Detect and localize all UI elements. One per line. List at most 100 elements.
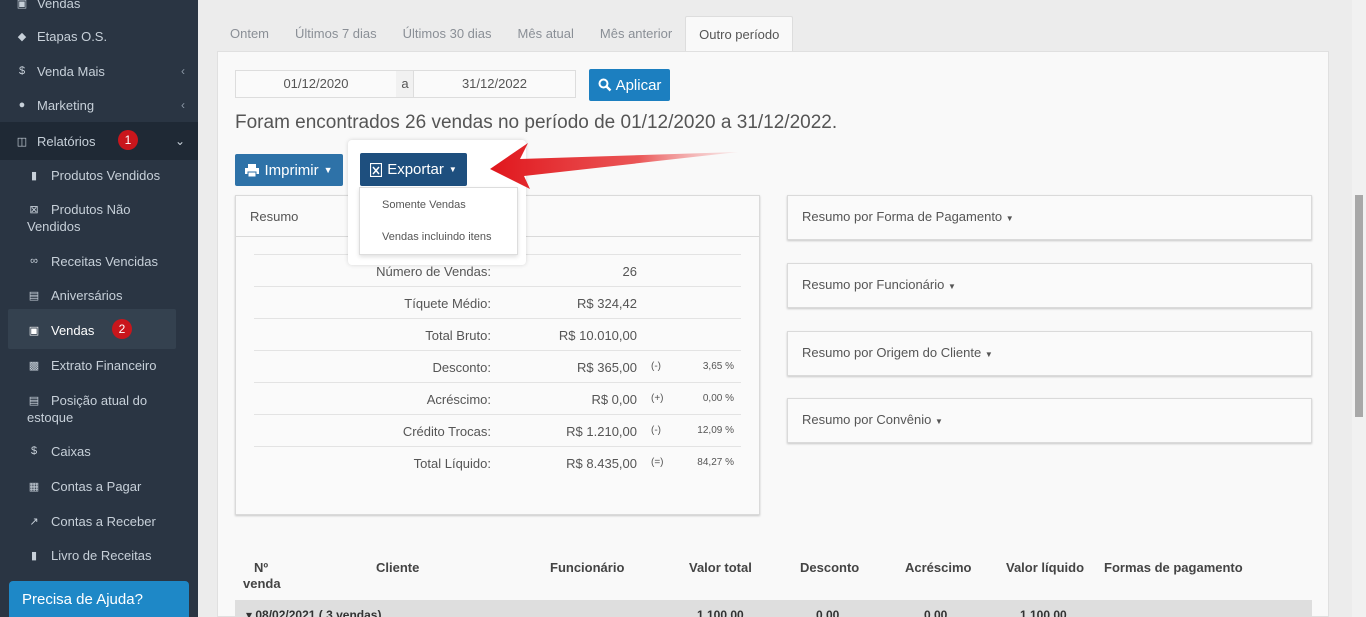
sidebar-subitem-contas-receber[interactable]: ↗ Contas a Receber <box>0 513 198 533</box>
sidebar-subitem-produtos-vendidos[interactable]: ▮ Produtos Vendidos <box>0 167 198 187</box>
box-title-text: Resumo por Convênio <box>802 412 932 427</box>
col-header-cliente: Cliente <box>376 560 420 575</box>
tab-ontem[interactable]: Ontem <box>217 16 282 52</box>
apply-button-label: Aplicar <box>615 76 662 94</box>
table-group-row[interactable] <box>235 600 1312 617</box>
summary-row-sign: (-) <box>651 361 661 372</box>
export-dropdown-menu: Somente Vendas Vendas incluindo itens <box>359 187 518 255</box>
date-from-input[interactable]: 01/12/2020 <box>235 70 397 98</box>
summary-employee-box[interactable]: Resumo por Funcionário ▼ <box>787 263 1312 308</box>
date-to-input[interactable]: 31/12/2022 <box>413 70 576 98</box>
help-button[interactable]: Precisa de Ajuda? <box>9 581 189 617</box>
tab-mes-anterior[interactable]: Mês anterior <box>587 16 685 52</box>
sidebar-subitem-label: Vendas <box>51 323 95 338</box>
sidebar-subitem-aniversarios[interactable]: ▤ Aniversários <box>0 287 198 307</box>
scrollbar-thumb[interactable] <box>1355 195 1363 417</box>
tab-ultimos-7-dias[interactable]: Últimos 7 dias <box>282 16 390 52</box>
menu-item-vendas-incluindo-itens[interactable]: Vendas incluindo itens <box>382 231 491 243</box>
summary-row-value: R$ 0,00 <box>591 392 637 407</box>
caret-down-icon: ▼ <box>947 282 956 291</box>
group-row-total: 1.100,00 <box>697 608 744 617</box>
summary-row-key: Tíquete Médio: <box>404 296 491 311</box>
sidebar-item-etapas[interactable]: ◆ Etapas O.S. <box>0 21 198 51</box>
summary-row: Acréscimo: R$ 0,00 (+) 0,00 % <box>254 382 741 414</box>
sidebar-item-venda-mais[interactable]: $ Venda Mais ‹ <box>0 56 198 86</box>
sidebar-item-vendas-top[interactable]: ▣ Vendas <box>0 0 198 18</box>
chat-icon: ● <box>18 99 26 111</box>
sidebar-subitem-label: Produtos Vendidos <box>51 168 161 183</box>
printer-icon <box>245 163 260 177</box>
sidebar-subitem-caixas[interactable]: $ Caixas <box>0 443 198 463</box>
sidebar-subitem-livro-receitas[interactable]: ▮ Livro de Receitas <box>0 547 198 567</box>
sidebar-subitem-posicao-estoque[interactable]: ▤ Posição atual do estoque <box>0 392 198 428</box>
sidebar-subitem-label: Produtos Não <box>51 202 131 217</box>
bag-icon: ▮ <box>30 170 38 182</box>
summary-row-key: Total Bruto: <box>425 328 491 343</box>
summary-row-key: Acréscimo: <box>426 392 491 407</box>
box-title-text: Resumo por Forma de Pagamento <box>802 209 1003 224</box>
sidebar-subitem-vendas[interactable]: ▣ Vendas <box>0 322 198 342</box>
sidebar-subitem-extrato[interactable]: ▩ Extrato Financeiro <box>0 357 198 377</box>
col-header-valor-liquido: Valor líquido <box>1006 560 1085 575</box>
summary-client-origin-box[interactable]: Resumo por Origem do Cliente ▼ <box>787 331 1312 376</box>
sidebar-item-label: Venda Mais <box>37 63 105 79</box>
chevron-left-icon: ‹ <box>181 98 185 112</box>
sidebar-subitem-label: Posição atual do <box>51 393 148 408</box>
summary-row: Crédito Trocas: R$ 1.210,00 (-) 12,09 % <box>254 414 741 446</box>
col-header-acrescimo: Acréscimo <box>905 560 972 575</box>
col-header-desconto: Desconto <box>800 560 860 575</box>
col-header-num-2: venda <box>243 576 281 591</box>
step-badge: 1 <box>118 130 138 150</box>
box-title: Resumo por Convênio ▼ <box>802 412 943 427</box>
caret-down-icon: ▼ <box>1005 214 1014 223</box>
sidebar-subitem-label: Caixas <box>51 444 91 459</box>
print-button-label: Imprimir <box>264 161 319 179</box>
dollar-icon: $ <box>30 445 38 457</box>
scrollbar[interactable] <box>1352 0 1366 617</box>
summary-row: Tíquete Médio: R$ 324,42 <box>254 286 741 318</box>
sidebar-subitem-produtos-nao-vendidos[interactable]: ⊠ Produtos Não Vendidos <box>0 201 198 237</box>
col-header-funcionario: Funcionário <box>550 560 625 575</box>
summary-row-value: R$ 10.010,00 <box>558 328 637 343</box>
chevron-left-icon: ‹ <box>181 64 185 78</box>
sidebar-item-marketing[interactable]: ● Marketing ‹ <box>0 90 198 120</box>
caret-down-icon: ▼ <box>984 350 993 359</box>
search-icon <box>598 78 611 92</box>
box-title-text: Resumo por Origem do Cliente <box>802 345 982 360</box>
summary-row-key: Desconto: <box>432 360 491 375</box>
group-row-label[interactable]: ▾ 08/02/2021 ( 3 vendas) <box>246 608 381 617</box>
dollar-icon: $ <box>18 65 26 77</box>
sidebar-subitem-contas-pagar[interactable]: ▦ Contas a Pagar <box>0 478 198 498</box>
summary-row-percent: 0,00 % <box>702 393 734 404</box>
summary-row-value: R$ 365,00 <box>577 360 637 375</box>
tab-outro-periodo[interactable]: Outro período <box>685 16 794 52</box>
box-title-text: Resumo por Funcionário <box>802 277 945 292</box>
summary-row-percent: 12,09 % <box>697 425 734 436</box>
summary-row-percent: 84,27 % <box>697 457 734 468</box>
sidebar-subitem-receitas-vencidas[interactable]: ∞ Receitas Vencidas <box>0 253 198 273</box>
pointer-arrow-icon <box>490 143 738 189</box>
sidebar-subitem-label-2: estoque <box>27 410 74 425</box>
summary-row-value: R$ 324,42 <box>577 296 637 311</box>
sidebar: ▣ Vendas ◆ Etapas O.S. $ Venda Mais ‹ ● … <box>0 0 198 617</box>
sidebar-item-label: Etapas O.S. <box>37 28 108 44</box>
col-header-num: Nº <box>254 560 269 575</box>
summary-payment-method-box[interactable]: Resumo por Forma de Pagamento ▼ <box>787 195 1312 240</box>
summary-row-sign: (+) <box>651 393 664 404</box>
col-header-formas-pagamento: Formas de pagamento <box>1104 560 1243 575</box>
menu-item-somente-vendas[interactable]: Somente Vendas <box>382 199 466 211</box>
apply-button[interactable]: Aplicar <box>589 69 670 101</box>
summary-row-percent: 3,65 % <box>702 361 734 372</box>
summary-row-key: Total Líquido: <box>413 456 491 471</box>
excel-file-icon <box>370 162 383 177</box>
tab-mes-atual[interactable]: Mês atual <box>505 16 587 52</box>
summary-row: Desconto: R$ 365,00 (-) 3,65 % <box>254 350 741 382</box>
summary-row-value: R$ 1.210,00 <box>566 424 637 439</box>
print-button[interactable]: Imprimir ▼ <box>235 154 343 186</box>
sidebar-item-relatorios[interactable]: ◫ Relatórios ⌄ <box>0 122 198 160</box>
summary-row-value: R$ 8.435,00 <box>566 456 637 471</box>
tab-ultimos-30-dias[interactable]: Últimos 30 dias <box>390 16 505 52</box>
summary-row-key: Número de Vendas: <box>376 264 491 279</box>
summary-agreement-box[interactable]: Resumo por Convênio ▼ <box>787 398 1312 443</box>
export-button[interactable]: Exportar ▼ <box>360 153 467 186</box>
